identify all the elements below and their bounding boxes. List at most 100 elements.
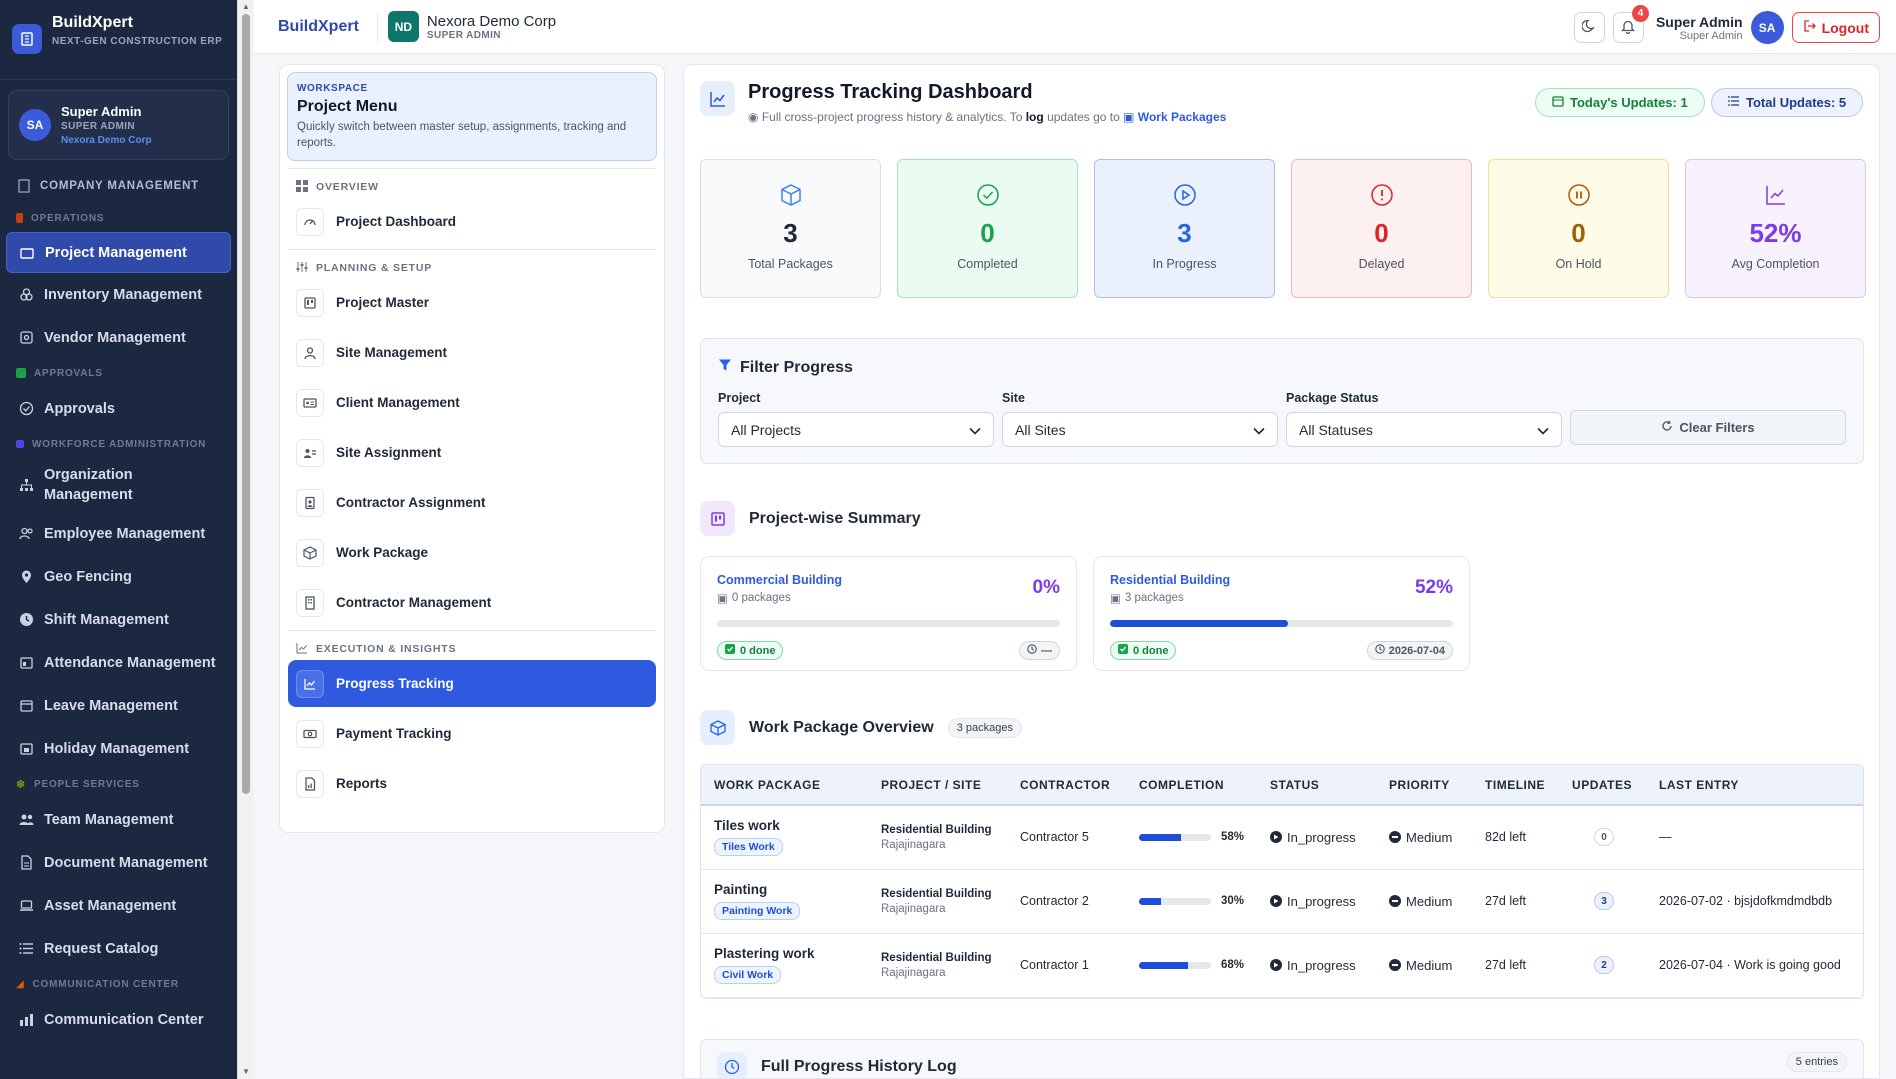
project-progress-fill: [1110, 620, 1289, 627]
sidebar-item-shift-management[interactable]: Shift Management: [0, 598, 237, 641]
date-label: —: [1041, 644, 1052, 657]
table-row[interactable]: Plastering work Civil Work Residential B…: [701, 933, 1863, 998]
sidebar-item-attendance-management[interactable]: Attendance Management: [0, 641, 237, 684]
menu-item-project-master[interactable]: Project Master: [288, 279, 656, 326]
calendar-star-icon: [18, 741, 34, 757]
table-row[interactable]: Painting Painting Work Residential Build…: [701, 869, 1863, 934]
sidebar-item-organization-management[interactable]: Organization Management: [0, 458, 237, 512]
people-services-icon: ✽: [16, 778, 27, 791]
work-package-name: Tiles work: [714, 818, 780, 834]
updates-count: 0: [1594, 828, 1615, 847]
sidebar-item-label: Leave Management: [44, 697, 178, 714]
done-label: 0 done: [740, 644, 776, 657]
site-filter-select[interactable]: All Sites: [1002, 412, 1278, 447]
column-header[interactable]: STATUS: [1257, 765, 1377, 806]
clear-filters-button[interactable]: Clear Filters: [1570, 410, 1846, 445]
brand-block[interactable]: BuildXpert NEXT-GEN CONSTRUCTION ERP: [0, 0, 237, 80]
sidebar-item-document-management[interactable]: Document Management: [0, 841, 237, 884]
stat-value: 52%: [1749, 218, 1802, 248]
theme-toggle-button[interactable]: [1573, 12, 1605, 43]
workspace-card: WORKSPACE Project Menu Quickly switch be…: [287, 72, 657, 161]
progress-history-panel[interactable]: Full Progress History Log 5 entries: [700, 1039, 1864, 1078]
work-packages-link[interactable]: ▣ Work Packages: [1123, 110, 1226, 124]
status-filter-select[interactable]: All Statuses: [1286, 412, 1562, 447]
section-workforce: WORKFORCE ADMINISTRATION: [0, 430, 237, 458]
moon-icon: [1581, 19, 1596, 36]
group-label: OVERVIEW: [316, 181, 379, 193]
logout-button[interactable]: Logout: [1791, 12, 1880, 43]
sidebar-item-approvals[interactable]: Approvals: [0, 387, 237, 430]
project-filter-select[interactable]: All Projects: [718, 412, 994, 447]
menu-item-contractor-management[interactable]: Contractor Management: [288, 579, 656, 626]
minus-circle-icon: [1389, 959, 1402, 971]
scroll-down-icon[interactable]: ▼: [241, 1068, 251, 1076]
scrollbar-thumb[interactable]: [242, 14, 250, 794]
menu-item-project-dashboard[interactable]: Project Dashboard: [288, 198, 656, 245]
group-heading: PLANNING & SETUP: [288, 260, 656, 276]
menu-item-payment-tracking[interactable]: Payment Tracking: [288, 710, 656, 757]
column-header[interactable]: LAST ENTRY: [1646, 765, 1863, 806]
cell-last-entry: —: [1646, 805, 1863, 870]
main-sidebar: BuildXpert NEXT-GEN CONSTRUCTION ERP SA …: [0, 0, 237, 1079]
column-header[interactable]: WORK PACKAGE: [701, 765, 868, 806]
stat-card-delayed: 0 Delayed: [1291, 159, 1472, 298]
menu-item-work-package[interactable]: Work Package: [288, 529, 656, 576]
stats-row: 3 Total Packages 0 Completed 3 In Progre…: [700, 159, 1866, 298]
avatar[interactable]: SA: [1750, 11, 1784, 44]
sidebar-item-team-management[interactable]: Team Management: [0, 798, 237, 841]
org-switcher[interactable]: ND Nexora Demo Corp SUPER ADMIN: [387, 11, 556, 42]
section-communication: ◢ COMMUNICATION CENTER: [0, 970, 237, 998]
header-user-info[interactable]: Super Admin Super Admin: [1656, 14, 1743, 42]
top-header: BuildXpert ND Nexora Demo Corp SUPER ADM…: [254, 0, 1896, 54]
column-header[interactable]: PROJECT / SITE: [868, 765, 1007, 806]
section-label: OPERATIONS: [31, 212, 105, 224]
sidebar-item-company-management[interactable]: COMPANY MANAGEMENT: [0, 168, 237, 204]
sidebar-item-inventory-management[interactable]: Inventory Management: [0, 273, 237, 316]
completion-bar: [1139, 961, 1211, 969]
sidebar-item-geo-fencing[interactable]: Geo Fencing: [0, 555, 237, 598]
sidebar-item-leave-management[interactable]: Leave Management: [0, 684, 237, 727]
sidebar-scrollbar[interactable]: ▲ ▼: [237, 0, 253, 1079]
avatar: SA: [19, 109, 51, 141]
users-icon: [18, 526, 34, 542]
sidebar-user-card[interactable]: SA Super Admin SUPER ADMIN Nexora Demo C…: [8, 90, 229, 160]
entries-count-chip: 5 entries: [1786, 1052, 1847, 1072]
menu-item-site-assignment[interactable]: Site Assignment: [288, 429, 656, 476]
sidebar-item-vendor-management[interactable]: Vendor Management: [0, 316, 237, 359]
menu-item-progress-tracking[interactable]: Progress Tracking: [288, 660, 656, 707]
sidebar-item-request-catalog[interactable]: Request Catalog: [0, 927, 237, 970]
table-row[interactable]: Tiles work Tiles Work Residential Buildi…: [701, 805, 1863, 870]
column-header[interactable]: TIMELINE: [1472, 765, 1560, 806]
header-brand[interactable]: BuildXpert: [278, 11, 378, 42]
sidebar-item-project-management[interactable]: Project Management: [6, 232, 231, 273]
section-label: PEOPLE SERVICES: [34, 778, 140, 790]
header-user-name: Super Admin: [1655, 13, 1743, 30]
minus-circle-icon: [1389, 831, 1402, 844]
completion-fill: [1139, 897, 1161, 905]
sidebar-item-employee-management[interactable]: Employee Management: [0, 512, 237, 555]
project-progress-bar: [717, 620, 1060, 627]
column-header[interactable]: PRIORITY: [1376, 765, 1473, 806]
todays-updates-badge[interactable]: Today's Updates: 1: [1535, 88, 1705, 117]
total-updates-badge[interactable]: Total Updates: 5: [1711, 88, 1864, 117]
menu-item-contractor-assignment[interactable]: Contractor Assignment: [288, 479, 656, 526]
notifications-button[interactable]: 4: [1612, 5, 1649, 43]
menu-item-reports[interactable]: Reports: [288, 760, 656, 807]
project-card-commercial[interactable]: Commercial Building ▣ 0 packages 0% 0 do…: [700, 556, 1077, 671]
project-card-residential[interactable]: Residential Building ▣ 3 packages 52% 0 …: [1093, 556, 1470, 671]
clock-icon: [717, 1052, 747, 1078]
logout-icon: [1803, 19, 1817, 36]
column-header[interactable]: UPDATES: [1559, 765, 1647, 806]
sidebar-item-asset-management[interactable]: Asset Management: [0, 884, 237, 927]
column-header[interactable]: COMPLETION: [1126, 765, 1258, 806]
chart-line-icon: [700, 81, 735, 116]
sidebar-item-holiday-management[interactable]: Holiday Management: [0, 727, 237, 770]
menu-item-client-management[interactable]: Client Management: [288, 379, 656, 426]
menu-item-site-management[interactable]: Site Management: [288, 329, 656, 376]
cell-updates: 2: [1559, 933, 1647, 998]
column-header[interactable]: CONTRACTOR: [1007, 765, 1126, 806]
workforce-section-icon: [16, 440, 24, 448]
cell-timeline: 27d left: [1472, 933, 1560, 998]
sidebar-item-communication-center[interactable]: Communication Center: [0, 998, 237, 1041]
scroll-up-icon[interactable]: ▲: [241, 3, 251, 11]
